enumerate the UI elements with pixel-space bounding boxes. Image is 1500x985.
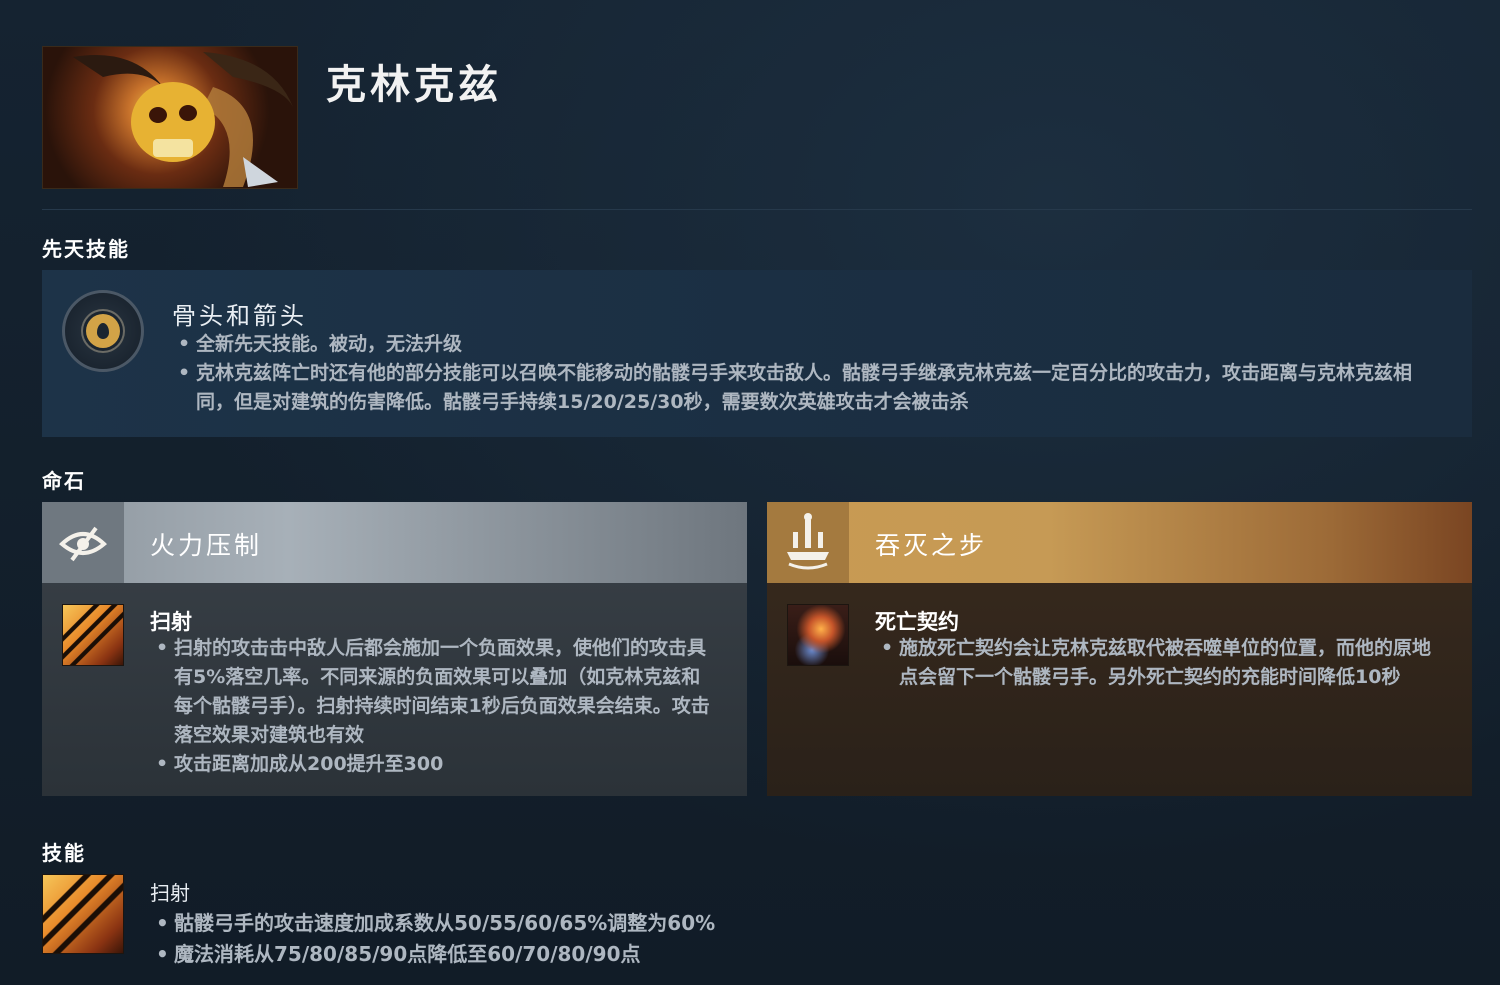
facet-card-suppressive-fire[interactable]: 火力压制 扫射 扫射的攻击击中敌人后都会施加一个负面效果，使他们的攻击具有5%落… [42,502,747,796]
facet-icon-box [767,502,849,583]
innate-bullet: 克林克兹阵亡时还有他的部分技能可以召唤不能移动的骷髅弓手来攻击敌人。骷髅弓手继承… [174,359,1424,417]
innate-ability-name: 骨头和箭头 [172,302,307,330]
hero-portrait [42,46,298,189]
strafe-icon[interactable] [42,874,124,954]
facet-bullet: 施放死亡契约会让克林克兹取代被吞噬单位的位置，而他的原地点会留下一个骷髅弓手。另… [877,634,1437,692]
facet-card-engulfing-step[interactable]: 吞灭之步 死亡契约 施放死亡契约会让克林克兹取代被吞噬单位的位置，而他的原地点会… [767,502,1472,796]
facet-bullet-list: 扫射的攻击击中敌人后都会施加一个负面效果，使他们的攻击具有5%落空几率。不同来源… [152,634,712,779]
flame-drop-icon [86,314,120,348]
facet-ability-name: 死亡契约 [875,610,959,634]
innate-bullet: 全新先天技能。被动，无法升级 [174,330,1424,359]
facet-title: 火力压制 [150,531,263,560]
innate-bullet-list: 全新先天技能。被动，无法升级 克林克兹阵亡时还有他的部分技能可以召唤不能移动的骷… [174,330,1424,417]
suppressive-fire-icon [59,526,107,562]
facet-bullet: 攻击距离加成从200提升至300 [152,750,712,779]
facet-ability-name: 扫射 [150,610,192,634]
facet-header: 吞灭之步 [767,502,1472,583]
facet-icon-box [42,502,124,583]
skill-bullet: 魔法消耗从75/80/85/90点降低至60/70/80/90点 [152,939,1052,970]
strafe-icon[interactable] [62,604,124,666]
clinkz-portrait-icon [73,52,293,187]
engulfing-step-icon [787,513,829,570]
facet-title: 吞灭之步 [875,531,988,560]
innate-ability-icon[interactable] [62,290,144,372]
innate-section-title: 先天技能 [42,237,130,261]
facet-bullet-list: 施放死亡契约会让克林克兹取代被吞噬单位的位置，而他的原地点会留下一个骷髅弓手。另… [877,634,1437,692]
facet-header: 火力压制 [42,502,747,583]
innate-panel: 骨头和箭头 全新先天技能。被动，无法升级 克林克兹阵亡时还有他的部分技能可以召唤… [42,270,1472,437]
skill-bullet-list: 骷髅弓手的攻击速度加成系数从50/55/60/65%调整为60% 魔法消耗从75… [152,908,1052,970]
skill-name: 扫射 [150,881,190,905]
skills-section-title: 技能 [42,841,86,865]
skill-bullet: 骷髅弓手的攻击速度加成系数从50/55/60/65%调整为60% [152,908,1052,939]
death-pact-icon[interactable] [787,604,849,666]
facet-bullet: 扫射的攻击击中敌人后都会施加一个负面效果，使他们的攻击具有5%落空几率。不同来源… [152,634,712,750]
header-divider [42,209,1472,210]
hero-name: 克林克兹 [326,61,502,108]
facets-section-title: 命石 [42,469,86,493]
